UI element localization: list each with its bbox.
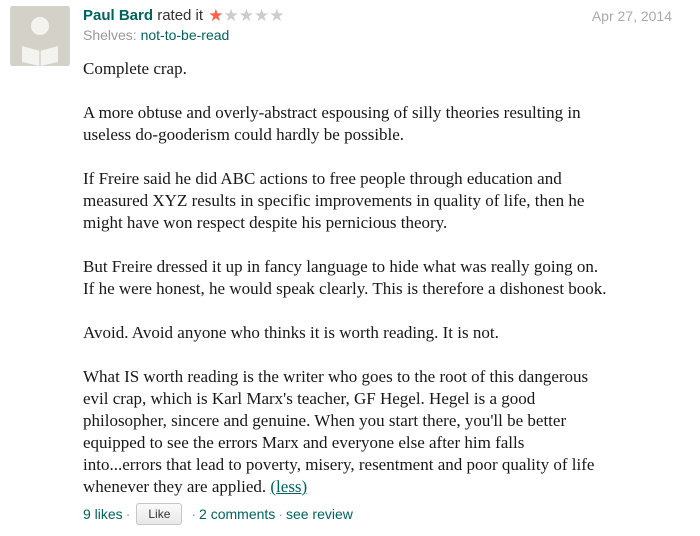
review-line: equipped to see the errors Marx and ever… bbox=[83, 433, 525, 452]
star-icon[interactable]: ★ bbox=[239, 6, 254, 26]
review-paragraph: Complete crap. bbox=[83, 58, 683, 80]
reviewer-name-link[interactable]: Paul Bard bbox=[83, 7, 153, 24]
review-line: But Freire dressed it up in fancy langua… bbox=[83, 257, 599, 276]
star-icon[interactable]: ★ bbox=[223, 6, 238, 26]
comments-link[interactable]: 2 comments bbox=[199, 503, 275, 525]
review-line: Complete crap. bbox=[83, 59, 187, 78]
star-icon[interactable]: ★ bbox=[269, 6, 284, 26]
footer-separator: · bbox=[191, 506, 197, 522]
review-header: Paul Bard rated it ★★★★★ bbox=[83, 6, 284, 26]
like-button[interactable]: Like bbox=[136, 503, 183, 525]
review-line: useless do-gooderism could hardly be pos… bbox=[83, 125, 405, 144]
review-line: If he were honest, he would speak clearl… bbox=[83, 279, 607, 298]
review-line: measured XYZ results in specific improve… bbox=[83, 191, 585, 210]
star-icon[interactable]: ★ bbox=[208, 6, 223, 26]
review-card: Paul Bard rated it ★★★★★ Apr 27, 2014 Sh… bbox=[0, 0, 700, 536]
review-line: whenever they are applied. bbox=[83, 477, 267, 496]
review-line: philosopher, sincere and genuine. When y… bbox=[83, 411, 567, 430]
review-footer: 9 likes · Like · 2 comments · see review bbox=[83, 503, 353, 525]
review-paragraph: If Freire said he did ABC actions to fre… bbox=[83, 168, 683, 234]
shelves-label: Shelves: bbox=[83, 27, 137, 43]
review-line: into...errors that lead to poverty, mise… bbox=[83, 455, 595, 474]
review-paragraph: A more obtuse and overly-abstract espous… bbox=[83, 102, 683, 146]
avatar[interactable] bbox=[10, 6, 70, 66]
review-line: might have won respect despite his perni… bbox=[83, 213, 448, 232]
footer-separator: · bbox=[125, 506, 131, 522]
footer-separator: · bbox=[278, 506, 283, 522]
review-line: evil crap, which is Karl Marx's teacher,… bbox=[83, 389, 536, 408]
default-user-avatar-icon bbox=[10, 6, 70, 66]
review-paragraph: But Freire dressed it up in fancy langua… bbox=[83, 256, 683, 300]
shelves-line: Shelves: not-to-be-read bbox=[83, 26, 229, 44]
rating-stars: ★★★★★ bbox=[208, 6, 284, 26]
review-paragraph: What IS worth reading is the writer who … bbox=[83, 366, 683, 498]
review-text: Complete crap. A more obtuse and overly-a… bbox=[83, 58, 683, 498]
star-icon[interactable]: ★ bbox=[254, 6, 269, 26]
review-line: If Freire said he did ABC actions to fre… bbox=[83, 169, 562, 188]
shelf-link-not-to-be-read[interactable]: not-to-be-read bbox=[141, 27, 230, 43]
likes-count-link[interactable]: 9 likes bbox=[83, 503, 123, 525]
review-date-link[interactable]: Apr 27, 2014 bbox=[592, 8, 672, 24]
see-review-link[interactable]: see review bbox=[286, 503, 353, 525]
review-line: What IS worth reading is the writer who … bbox=[83, 367, 589, 386]
review-line: A more obtuse and overly-abstract espous… bbox=[83, 103, 581, 122]
rated-it-text: rated it bbox=[157, 7, 204, 24]
review-line: Avoid. Avoid anyone who thinks it is wor… bbox=[83, 323, 499, 342]
show-less-link[interactable]: (less) bbox=[270, 477, 307, 496]
review-paragraph: Avoid. Avoid anyone who thinks it is wor… bbox=[83, 322, 683, 344]
